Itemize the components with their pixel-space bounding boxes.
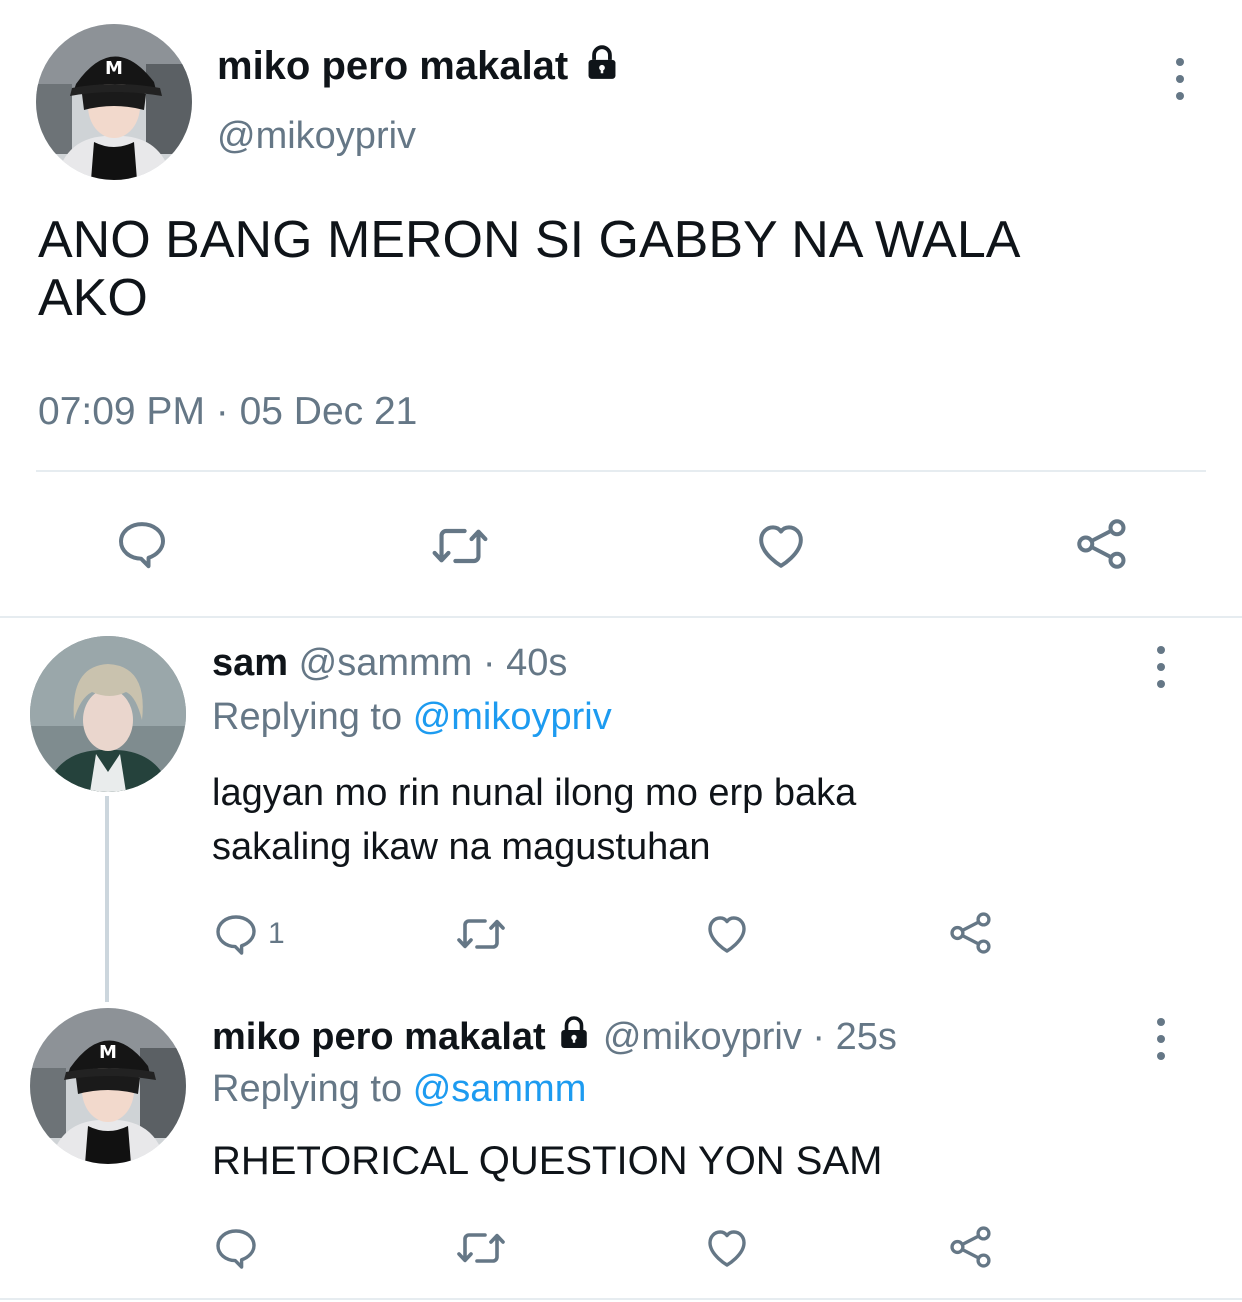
heart-icon: [708, 1230, 746, 1267]
heart-icon: [708, 916, 746, 953]
tweet-timestamp[interactable]: 07:09 PM · 05 Dec 21: [38, 388, 417, 436]
avatar-miko[interactable]: M: [30, 1008, 186, 1164]
reply-text: RHETORICAL QUESTION YON SAM: [212, 1139, 883, 1183]
share-button[interactable]: [946, 908, 996, 958]
share-icon: [950, 912, 991, 954]
display-name[interactable]: miko pero makalat: [217, 44, 568, 88]
tweet-text-line2: AKO: [38, 269, 148, 327]
reply-button[interactable]: [212, 1224, 260, 1272]
heart-icon: [759, 525, 803, 568]
divider: [36, 470, 1206, 472]
retweet-button[interactable]: [454, 1224, 508, 1272]
like-button[interactable]: [702, 910, 752, 958]
reply-text: lagyan mo rin nunal ilong mo erp baka sa…: [212, 766, 856, 874]
reply-count: 1: [268, 917, 285, 950]
section-divider: [0, 616, 1242, 618]
lock-icon: [583, 44, 621, 93]
thread-line: [105, 796, 109, 1002]
reply-button[interactable]: [114, 516, 170, 572]
replying-to-link[interactable]: @mikoypriv: [413, 696, 612, 738]
replying-to-link[interactable]: @sammm: [413, 1068, 587, 1110]
reply-handle[interactable]: @mikoypriv: [603, 1016, 802, 1058]
handle[interactable]: @mikoypriv: [217, 112, 416, 160]
reply-display-name[interactable]: sam: [212, 642, 288, 684]
share-icon: [1077, 519, 1126, 569]
avatar-miko[interactable]: M: [36, 24, 192, 180]
reply-handle[interactable]: @sammm: [299, 642, 473, 684]
replying-label: Replying to: [212, 696, 403, 738]
share-button[interactable]: [1072, 514, 1132, 574]
svg-text:M: M: [99, 1042, 117, 1063]
reply-time[interactable]: · 25s: [812, 1016, 896, 1058]
tweet-text-line1: ANO BANG MERON SI GABBY NA WALA: [38, 211, 1021, 269]
share-icon: [950, 1226, 991, 1268]
retweet-button[interactable]: [430, 518, 490, 574]
more-icon[interactable]: [1151, 646, 1171, 688]
reply-icon: [216, 915, 256, 955]
retweet-icon: [457, 919, 505, 949]
tweet-text: ANO BANG MERON SI GABBY NA WALA AKO: [38, 210, 1020, 328]
like-button[interactable]: [702, 1224, 752, 1272]
reply-text-line2: sakaling ikaw na magustuhan: [212, 826, 711, 868]
retweet-icon: [432, 528, 488, 564]
reply-display-name[interactable]: miko pero makalat: [212, 1016, 546, 1058]
reply-icon: [119, 522, 165, 569]
reply-text-line1: lagyan mo rin nunal ilong mo erp baka: [212, 772, 857, 814]
avatar-sam[interactable]: [30, 636, 186, 792]
share-button[interactable]: [946, 1222, 996, 1272]
reply-button[interactable]: 1: [212, 910, 285, 958]
like-button[interactable]: [752, 518, 810, 574]
more-icon[interactable]: [1170, 58, 1190, 100]
replying-label: Replying to: [212, 1068, 403, 1110]
more-icon[interactable]: [1151, 1018, 1171, 1060]
retweet-button[interactable]: [454, 910, 508, 958]
lock-icon: [556, 1015, 592, 1062]
reply-icon: [216, 1229, 256, 1269]
reply-time[interactable]: · 40s: [483, 642, 567, 684]
section-divider: [0, 1298, 1242, 1300]
retweet-icon: [457, 1233, 505, 1263]
svg-text:M: M: [105, 58, 123, 79]
